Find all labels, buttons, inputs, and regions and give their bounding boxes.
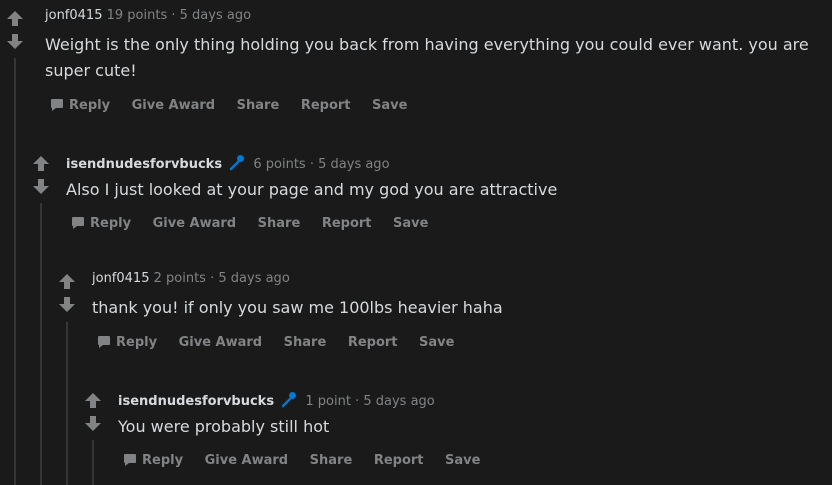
reply-label: Reply — [142, 453, 184, 468]
give-award-button[interactable]: Give Award — [205, 453, 289, 468]
save-button[interactable]: Save — [445, 453, 480, 468]
upvote-icon[interactable] — [82, 390, 104, 412]
report-button[interactable]: Report — [374, 453, 424, 468]
reply-button[interactable]: Reply — [123, 453, 183, 471]
comment-timestamp[interactable]: 5 days ago — [363, 394, 434, 409]
comment: isendnudesforvbucks 1 point · 5 days ago… — [0, 0, 832, 485]
comment-bubble-icon — [123, 453, 137, 471]
comment-author[interactable]: isendnudesforvbucks — [118, 394, 274, 409]
comment-body: You were probably still hot — [118, 417, 330, 436]
separator-dot: · — [355, 394, 360, 409]
microphone-icon — [280, 390, 298, 412]
comment-points: 1 point — [305, 394, 351, 409]
share-button[interactable]: Share — [310, 453, 353, 468]
downvote-icon[interactable] — [82, 412, 104, 434]
